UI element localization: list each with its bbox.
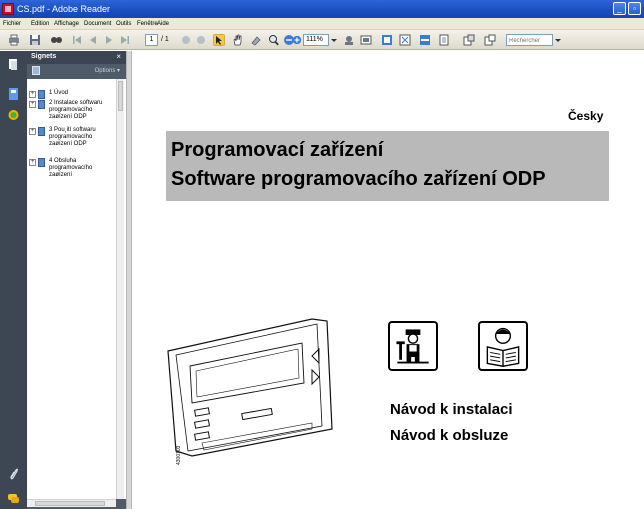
programming-device-illustration: 4300103 [167,318,333,465]
zoom-level-value: 111% [306,36,323,43]
select-tool-icon[interactable] [213,34,225,46]
menu-aide[interactable]: Aide [157,19,169,29]
operating-manual-label: Návod k obsluze [390,427,509,444]
document-subtitle: Software programovacího zařízení ODP [171,168,546,190]
window-title: CS.pdf - Adobe Reader [17,4,111,14]
back-icon[interactable] [180,34,192,46]
bookmark-icon [38,100,45,109]
forward-icon[interactable] [195,34,207,46]
bookmark-label: 2 Instalace softwaru programovacího zaøí… [49,100,103,120]
navigation-pane [0,51,27,509]
find-icon[interactable] [50,34,62,46]
bookmarks-icon[interactable] [8,88,19,100]
attachments-icon[interactable] [8,468,19,480]
search-dropdown-icon[interactable] [554,34,562,46]
bookmark-item[interactable]: + 4 Obsluha programovacího zaøízení [29,158,114,188]
adobe-reader-icon [2,3,14,15]
previous-page-icon[interactable] [87,34,99,46]
scrollbar-thumb[interactable] [35,501,105,506]
installer-icon [388,321,438,371]
next-page-icon[interactable] [103,34,115,46]
bookmark-label: 3 Pou¸ití softwaru programovacího zaøíze… [49,127,96,147]
bookmark-label: 1 Úvod [49,90,69,96]
bookmark-icon [38,90,45,99]
maximize-button[interactable]: ▫ [628,2,641,15]
full-screen-icon[interactable] [360,34,372,46]
search-box [506,34,553,46]
bookmarks-panel-title: Signets [31,53,57,60]
zoom-level-select[interactable]: 111% [303,34,329,46]
bookmark-label: 4 Obsluha programovacího zaøízení [49,158,93,178]
bookmarks-toolbar: Options ▾ [27,64,126,78]
bookmarks-horizontal-scrollbar[interactable] [27,499,116,507]
expand-icon[interactable]: + [29,159,36,166]
menu-document[interactable]: Document [84,19,111,29]
bookmarks-panel: Signets × Options ▾ + 1 Úvod + 2 Instala… [27,51,126,509]
page-total: / 1 [161,36,169,43]
bookmark-item[interactable]: + 1 Úvod [29,90,114,99]
page-number-input[interactable]: 1 [145,34,158,46]
expand-icon[interactable]: + [29,128,36,135]
pages-icon[interactable] [8,58,19,70]
bookmark-list: + 1 Úvod + 2 Instalace softwaru programo… [27,79,126,499]
rotate-view-icon[interactable] [463,34,475,46]
document-title: Programovací zařízení [171,139,384,161]
menu-edition[interactable]: Edition [31,19,49,29]
bookmark-icon [38,158,45,167]
close-icon[interactable]: × [116,52,121,61]
fit-width-icon[interactable] [419,34,431,46]
menu-outils[interactable]: Outils [116,19,131,29]
menu-affichage[interactable]: Affichage [54,19,79,29]
bookmark-icon [38,127,45,136]
save-icon[interactable] [29,34,41,46]
menu-bar: Fichier Edition Affichage Document Outil… [0,18,644,30]
bookmarks-panel-header: Signets × [27,51,126,64]
options-menu[interactable]: Options ▾ [95,67,120,74]
page-layout-icon[interactable] [484,34,496,46]
first-page-icon[interactable] [71,34,83,46]
menu-fenetre[interactable]: Fenêtre [137,19,158,29]
expand-icon[interactable]: + [29,91,36,98]
window-titlebar: CS.pdf - Adobe Reader _ ▫ [0,0,644,18]
scrollbar-thumb[interactable] [118,81,123,111]
minimize-button[interactable]: _ [613,2,626,15]
comments-icon[interactable] [8,492,19,504]
bookmark-item[interactable]: + 3 Pou¸ití softwaru programovacího zaøí… [29,127,114,157]
fit-page-icon[interactable] [399,34,411,46]
bookmarks-vertical-scrollbar[interactable] [116,79,124,499]
bookmark-item[interactable]: + 2 Instalace softwaru programovacího za… [29,100,114,130]
language-label: Česky [568,109,604,123]
snapshot-tool-icon[interactable] [250,34,262,46]
print-icon[interactable] [8,34,20,46]
read-mode-icon[interactable] [343,34,355,46]
reader-icon [478,321,528,371]
continuous-page-icon[interactable] [438,34,450,46]
single-page-icon[interactable] [381,34,393,46]
zoom-in-icon[interactable] [292,34,302,46]
document-page: Česky Programovací zařízení Software pro… [132,51,644,509]
zoom-tool-icon[interactable] [268,34,280,46]
last-page-icon[interactable] [119,34,131,46]
search-input[interactable] [507,36,552,46]
installation-manual-label: Návod k instalaci [390,401,513,418]
security-icon[interactable] [8,109,19,121]
hand-tool-icon[interactable] [232,34,244,46]
device-code: 4300103 [176,445,182,465]
bookmark-options-icon[interactable] [32,66,40,75]
title-band: Programovací zařízení Software programov… [166,131,609,201]
zoom-dropdown-icon[interactable] [330,34,338,46]
menu-fichier[interactable]: Fichier [3,19,21,29]
expand-icon[interactable]: + [29,101,36,108]
main-toolbar: 1 / 1 111% [0,30,644,50]
